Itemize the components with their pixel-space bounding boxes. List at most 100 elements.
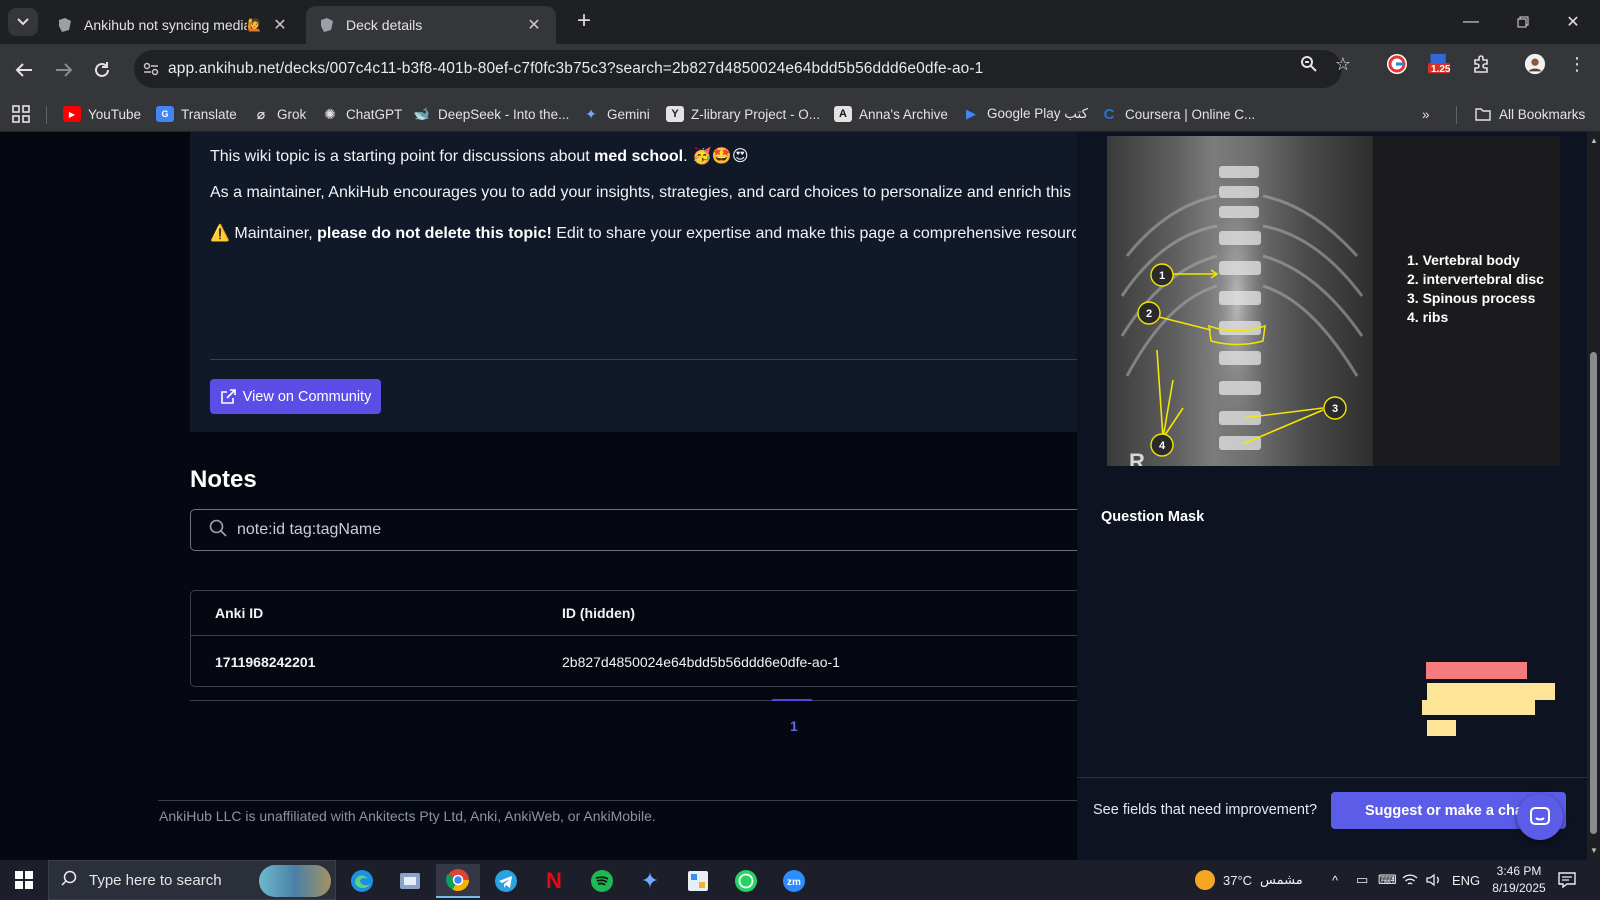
spotify-icon[interactable] [580, 864, 624, 898]
extension-g-icon[interactable] [1386, 53, 1408, 75]
folder-icon [1474, 106, 1492, 122]
volume-icon[interactable] [1426, 860, 1442, 900]
bookmark-youtube[interactable]: ▶ YouTube [63, 104, 141, 124]
mask-rect [1422, 700, 1535, 715]
bookmark-zlibrary[interactable]: Y Z-library Project - O... [666, 104, 820, 124]
app-window-icon[interactable] [388, 864, 432, 898]
back-arrow-icon[interactable] [8, 54, 40, 86]
bookmark-translate[interactable]: G Translate [156, 104, 237, 124]
gemini-app-icon[interactable]: ✦ [628, 864, 672, 898]
close-tab-icon[interactable]: ✕ [524, 15, 544, 35]
column-header-id-hidden: ID (hidden) [562, 605, 636, 621]
tab-title: Ankihub not syncing media - [84, 17, 248, 33]
paint-app-icon[interactable] [676, 864, 720, 898]
wiki-warning-line: ⚠️ Maintainer, please do not delete this… [210, 225, 1076, 242]
pagination-page-1[interactable]: 1 [790, 718, 798, 734]
minimize-icon[interactable]: — [1446, 0, 1496, 44]
telegram-icon[interactable] [484, 864, 528, 898]
notifications-icon[interactable] [1558, 860, 1576, 900]
image-marker-1: 1 [1159, 270, 1165, 282]
gemini-icon: ✦ [585, 105, 597, 122]
apps-grid-icon[interactable] [12, 104, 30, 124]
tab-ankihub-media[interactable]: Ankihub not syncing media - 🙋 ✕ [44, 6, 302, 44]
notes-search-input[interactable]: note:id tag:tagName [190, 509, 1090, 551]
divider [158, 800, 1090, 801]
site-info-icon[interactable] [134, 62, 168, 76]
close-window-icon[interactable]: ✕ [1548, 0, 1598, 44]
tab-title: Deck details [346, 17, 423, 33]
bookmark-google-play[interactable]: ▶ Google Play كتب [962, 104, 1088, 124]
windows-start-icon[interactable] [0, 860, 48, 900]
language-indicator[interactable]: ENG [1452, 860, 1480, 900]
menu-kebab-icon[interactable]: ⋮ [1566, 53, 1588, 75]
grok-icon: ⌀ [256, 105, 266, 122]
legend-item: 1. Vertebral body [1407, 252, 1520, 268]
extensions-puzzle-icon[interactable] [1470, 53, 1492, 75]
bookmark-grok[interactable]: ⌀ Grok [252, 104, 306, 124]
tab-search-button[interactable] [8, 8, 38, 36]
bookmark-chatgpt[interactable]: ✺ ChatGPT [321, 104, 402, 124]
bookmark-gemini[interactable]: ✦ Gemini [582, 104, 650, 124]
youtube-icon: ▶ [63, 106, 81, 122]
scroll-up-arrow-icon[interactable]: ▲ [1590, 136, 1598, 145]
reload-icon[interactable] [86, 54, 118, 86]
restore-icon[interactable] [1498, 0, 1548, 44]
zoom-app-icon[interactable]: zm [772, 864, 816, 898]
footer-disclaimer: AnkiHub LLC is unaffiliated with Ankitec… [159, 808, 656, 824]
legend-item: 3. Spinous process [1407, 290, 1536, 306]
bookmark-star-icon[interactable]: ☆ [1332, 53, 1354, 75]
weather-widget[interactable]: 37°C مشمس [1195, 860, 1303, 900]
scroll-thumb[interactable] [1590, 352, 1597, 834]
forward-arrow-icon[interactable] [48, 54, 80, 86]
page-content: This wiki topic is a starting point for … [0, 132, 1600, 860]
divider [1077, 777, 1587, 778]
meet-now-icon[interactable]: ▭ [1356, 860, 1368, 900]
taskbar-search-box[interactable]: Type here to search [48, 860, 336, 900]
new-tab-button[interactable]: + [570, 8, 598, 36]
annas-archive-icon: A [834, 106, 852, 122]
netflix-icon[interactable]: N [532, 864, 576, 898]
coursera-icon: C [1103, 105, 1115, 123]
external-link-icon [220, 388, 236, 404]
bookmark-deepseek[interactable]: 🐋 DeepSeek - Into the... [413, 104, 569, 124]
chrome-icon[interactable] [436, 864, 480, 898]
profile-avatar-icon[interactable] [1524, 53, 1546, 75]
svg-text:zm: zm [787, 877, 801, 888]
raised-hand-emoji-icon: 🙋 [247, 18, 262, 32]
view-on-community-button[interactable]: View on Community [210, 379, 381, 414]
url-text: app.ankihub.net/decks/007c4c11-b3f8-401b… [168, 60, 984, 77]
scroll-down-arrow-icon[interactable]: ▼ [1590, 846, 1598, 855]
tray-chevron-icon[interactable]: ^ [1332, 860, 1338, 900]
chat-icon [1530, 807, 1550, 825]
ime-icon[interactable]: ⌨ [1378, 860, 1397, 900]
med-school-text: med school [594, 148, 684, 165]
extension-video-speed-icon[interactable]: 1.25 [1428, 53, 1450, 75]
page-scrollbar[interactable]: ▲ ▼ [1587, 132, 1600, 860]
search-icon [61, 870, 77, 891]
notes-heading: Notes [190, 466, 257, 493]
wiki-maintainer-line: As a maintainer, AnkiHub encourages you … [210, 184, 1076, 201]
edge-icon[interactable] [340, 864, 384, 898]
image-marker-2: 2 [1146, 308, 1152, 320]
whatsapp-icon[interactable] [724, 864, 768, 898]
tab-strip: Ankihub not syncing media - 🙋 ✕ Deck det… [0, 0, 1600, 44]
more-bookmarks-chevron-icon[interactable]: » [1422, 104, 1430, 124]
bookmark-annas-archive[interactable]: A Anna's Archive [834, 104, 948, 124]
chatgpt-icon: ✺ [324, 105, 336, 122]
zoom-icon[interactable] [1298, 53, 1320, 75]
chat-support-button[interactable] [1517, 794, 1563, 840]
wiki-topic-card: This wiki topic is a starting point for … [190, 132, 1090, 432]
wifi-icon[interactable] [1402, 860, 1418, 900]
address-bar[interactable]: app.ankihub.net/decks/007c4c11-b3f8-401b… [134, 50, 1342, 88]
bookmark-coursera[interactable]: C Coursera | Online C... [1100, 104, 1256, 124]
translate-icon: G [156, 106, 174, 122]
divider [210, 359, 1090, 360]
mask-rect [1427, 683, 1555, 700]
image-legend: 1. Vertebral body 2. intervertebral disc… [1373, 136, 1560, 466]
bookmarks-bar: ▶ YouTube G Translate ⌀ Grok ✺ ChatGPT 🐋… [0, 96, 1600, 132]
table-row[interactable]: 1711968242201 2b827d4850024e64bdd5b56ddd… [191, 636, 1089, 686]
tab-deck-details[interactable]: Deck details ✕ [306, 6, 556, 44]
close-tab-icon[interactable]: ✕ [270, 15, 290, 35]
clock[interactable]: 3:46 PM 8/19/2025 [1488, 860, 1550, 900]
all-bookmarks-button[interactable]: All Bookmarks [1474, 104, 1585, 124]
